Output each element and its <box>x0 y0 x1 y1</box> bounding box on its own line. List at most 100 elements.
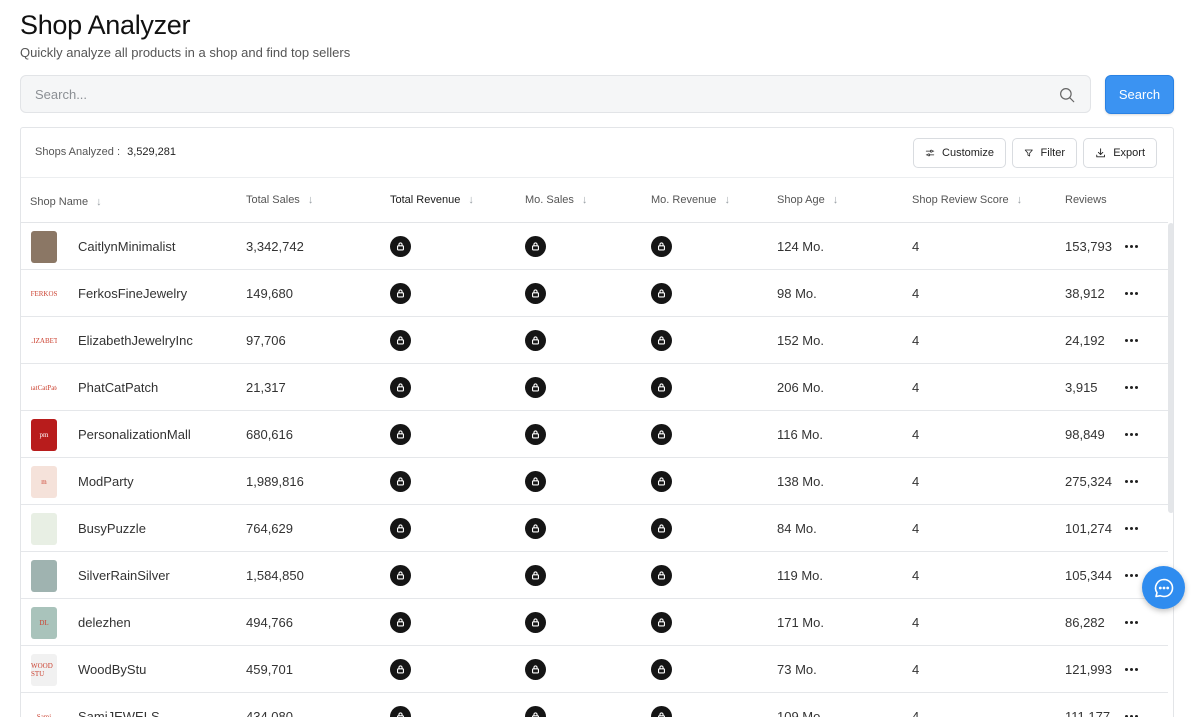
lock-icon[interactable] <box>525 564 546 586</box>
more-horizontal-icon[interactable] <box>1125 364 1138 410</box>
reviews-count: 105,344 <box>1065 567 1112 583</box>
shop-avatar[interactable]: PhatCatPatch <box>31 372 57 404</box>
shop-avatar[interactable]: WOOD STU <box>31 654 57 686</box>
lock-icon[interactable] <box>390 564 411 586</box>
lock-icon[interactable] <box>651 611 672 633</box>
lock-icon[interactable] <box>651 705 672 717</box>
table-row[interactable]: WOOD STU WoodByStu 459,701 73 Mo. 4 121,993 <box>21 646 1168 693</box>
lock-icon[interactable] <box>525 329 546 351</box>
shop-age: 152 Mo. <box>777 332 824 348</box>
lock-icon[interactable] <box>651 235 672 257</box>
shop-name[interactable]: ModParty <box>78 458 134 504</box>
more-horizontal-icon[interactable] <box>1125 317 1138 363</box>
table-scrollbar[interactable] <box>1168 223 1173 513</box>
more-horizontal-icon[interactable] <box>1125 223 1138 269</box>
lock-icon[interactable] <box>390 282 411 304</box>
more-horizontal-icon[interactable] <box>1125 505 1138 551</box>
col-total-revenue[interactable]: Total Revenue ↓ <box>390 194 474 206</box>
more-horizontal-icon[interactable] <box>1125 411 1138 457</box>
export-button[interactable]: Export <box>1083 138 1157 168</box>
lock-icon[interactable] <box>525 423 546 445</box>
customize-button[interactable]: Customize <box>913 138 1006 168</box>
lock-icon[interactable] <box>525 517 546 539</box>
table-row[interactable]: pm PersonalizationMall 680,616 116 Mo. 4 98,8… <box>21 411 1168 458</box>
lock-icon[interactable] <box>651 470 672 492</box>
shop-name[interactable]: BusyPuzzle <box>78 505 146 551</box>
lock-icon[interactable] <box>390 329 411 351</box>
filter-button[interactable]: Filter <box>1012 138 1077 168</box>
table-row[interactable]: SilverRainSilver 1,584,850 119 Mo. 4 105,344 <box>21 552 1168 599</box>
shop-avatar[interactable] <box>31 560 57 592</box>
more-horizontal-icon[interactable] <box>1125 270 1138 316</box>
lock-icon[interactable] <box>525 658 546 680</box>
more-horizontal-icon[interactable] <box>1125 646 1138 692</box>
review-score: 4 <box>912 614 920 630</box>
shop-name[interactable]: PhatCatPatch <box>78 364 158 410</box>
table-row[interactable]: Sami SamiJEWELS 434,080 109 Mo. 4 111,177 <box>21 693 1168 717</box>
lock-icon[interactable] <box>651 329 672 351</box>
lock-icon[interactable] <box>390 376 411 398</box>
more-horizontal-icon[interactable] <box>1125 552 1138 598</box>
col-mo-sales[interactable]: Mo. Sales ↓ <box>525 194 587 206</box>
more-horizontal-icon[interactable] <box>1125 693 1138 717</box>
shop-avatar[interactable]: Sami <box>31 701 57 717</box>
col-shop-name[interactable]: Shop Name ↓ <box>30 196 102 208</box>
shop-name[interactable]: CaitlynMinimalist <box>78 223 176 269</box>
lock-icon[interactable] <box>651 282 672 304</box>
table-row[interactable]: PhatCatPatch PhatCatPatch 21,317 206 Mo. 4 3,… <box>21 364 1168 411</box>
shop-name[interactable]: delezhen <box>78 599 131 645</box>
lock-icon[interactable] <box>525 282 546 304</box>
lock-icon[interactable] <box>651 517 672 539</box>
col-review-score[interactable]: Shop Review Score ↓ <box>912 194 1022 206</box>
lock-icon[interactable] <box>651 423 672 445</box>
lock-icon[interactable] <box>651 658 672 680</box>
lock-icon[interactable] <box>525 611 546 633</box>
shop-name[interactable]: ElizabethJewelryInc <box>78 317 193 363</box>
lock-icon[interactable] <box>651 376 672 398</box>
total-revenue-cell <box>390 411 411 457</box>
lock-icon[interactable] <box>525 235 546 257</box>
shop-avatar[interactable]: m <box>31 466 57 498</box>
more-horizontal-icon[interactable] <box>1125 599 1138 645</box>
lock-icon[interactable] <box>525 470 546 492</box>
total-revenue-cell <box>390 646 411 692</box>
lock-icon[interactable] <box>390 705 411 717</box>
more-horizontal-icon[interactable] <box>1125 458 1138 504</box>
shop-name[interactable]: WoodByStu <box>78 646 146 692</box>
lock-icon[interactable] <box>390 235 411 257</box>
col-mo-revenue[interactable]: Mo. Revenue ↓ <box>651 194 730 206</box>
download-icon <box>1096 148 1105 158</box>
chat-button[interactable] <box>1142 566 1185 609</box>
table-row[interactable]: m ModParty 1,989,816 138 Mo. 4 275,324 <box>21 458 1168 505</box>
shop-avatar[interactable]: FERKOS <box>31 278 57 310</box>
shop-avatar[interactable] <box>31 231 57 263</box>
search-input[interactable] <box>21 76 1090 112</box>
search-icon[interactable] <box>1058 86 1076 104</box>
col-shop-age[interactable]: Shop Age ↓ <box>777 194 838 206</box>
table-row[interactable]: CaitlynMinimalist 3,342,742 124 Mo. 4 153,79… <box>21 223 1168 270</box>
lock-icon[interactable] <box>651 564 672 586</box>
lock-icon[interactable] <box>525 705 546 717</box>
table-row[interactable]: DL delezhen 494,766 171 Mo. 4 86,282 <box>21 599 1168 646</box>
shop-name[interactable]: PersonalizationMall <box>78 411 191 457</box>
table-row[interactable]: ELIZABETH ElizabethJewelryInc 97,706 152 Mo… <box>21 317 1168 364</box>
shop-avatar[interactable]: ELIZABETH <box>31 325 57 357</box>
lock-icon[interactable] <box>390 470 411 492</box>
lock-icon[interactable] <box>390 658 411 680</box>
search-button[interactable]: Search <box>1105 75 1174 114</box>
lock-icon[interactable] <box>390 423 411 445</box>
shop-name[interactable]: SamiJEWELS <box>78 693 160 717</box>
shop-name[interactable]: FerkosFineJewelry <box>78 270 187 316</box>
shop-name[interactable]: SilverRainSilver <box>78 552 170 598</box>
lock-icon[interactable] <box>525 376 546 398</box>
table-row[interactable]: FERKOS FerkosFineJewelry 149,680 98 Mo. 4 38,… <box>21 270 1168 317</box>
col-reviews-label: Reviews <box>1065 194 1107 206</box>
col-total-sales[interactable]: Total Sales ↓ <box>246 194 313 206</box>
lock-icon[interactable] <box>390 611 411 633</box>
shop-avatar[interactable] <box>31 513 57 545</box>
col-reviews[interactable]: Reviews <box>1065 194 1107 206</box>
shop-avatar[interactable]: DL <box>31 607 57 639</box>
shop-avatar[interactable]: pm <box>31 419 57 451</box>
lock-icon[interactable] <box>390 517 411 539</box>
table-row[interactable]: BusyPuzzle 764,629 84 Mo. 4 101,274 <box>21 505 1168 552</box>
